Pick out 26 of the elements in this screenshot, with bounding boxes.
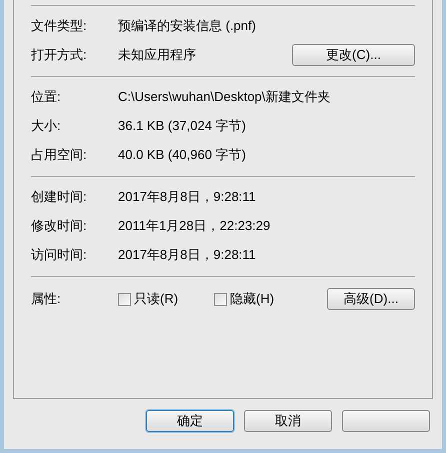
checkbox[interactable] bbox=[214, 292, 227, 306]
field-value: 2017年8月8日，9:28:11 bbox=[118, 246, 257, 264]
field-label: 位置: bbox=[31, 88, 62, 106]
checkbox[interactable] bbox=[118, 292, 131, 306]
checkbox-label: 隐藏(H) bbox=[230, 290, 274, 308]
field-value: 40.0 KB (40,960 字节) bbox=[118, 146, 247, 164]
checkbox-label: 只读(R) bbox=[134, 290, 178, 308]
field-value: 2017年8月8日，9:28:11 bbox=[118, 188, 257, 206]
field-label: 修改时间: bbox=[31, 216, 88, 235]
field-value: 未知应用程序 bbox=[118, 46, 197, 64]
field-label: 文件类型: bbox=[31, 16, 88, 35]
dialog-button[interactable]: 取消 bbox=[244, 410, 332, 432]
field-value: 2011年1月28日，22:23:29 bbox=[118, 216, 272, 235]
field-label: 打开方式: bbox=[31, 46, 88, 64]
field-value: C:\Users\wuhan\Desktop\新建文件夹 bbox=[118, 88, 332, 106]
dialog-button[interactable] bbox=[342, 410, 430, 432]
field-label: 大小: bbox=[31, 116, 62, 135]
field-label: 创建时间: bbox=[31, 188, 88, 206]
dialog-button[interactable]: 确定 bbox=[146, 410, 234, 432]
field-label: 占用空间: bbox=[31, 146, 88, 164]
field-label: 属性: bbox=[31, 290, 62, 308]
field-value: 预编译的安装信息 (.pnf) bbox=[118, 16, 257, 35]
dialog-button[interactable]: 高级(D)... bbox=[327, 288, 415, 310]
field-value: 36.1 KB (37,024 字节) bbox=[118, 116, 247, 135]
dialog-button[interactable]: 更改(C)... bbox=[292, 44, 415, 66]
field-label: 访问时间: bbox=[31, 246, 88, 264]
